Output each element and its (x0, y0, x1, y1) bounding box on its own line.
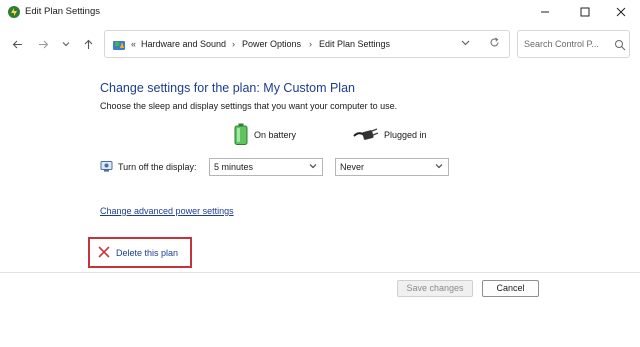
advanced-power-settings-link[interactable]: Change advanced power settings (100, 206, 234, 216)
on-battery-label: On battery (254, 130, 297, 140)
footer-divider (0, 272, 640, 273)
search-icon[interactable] (614, 39, 626, 51)
display-icon (100, 161, 113, 172)
up-button[interactable] (81, 37, 95, 51)
breadcrumb-separator: › (232, 39, 235, 49)
breadcrumb-hardware-and-sound[interactable]: Hardware and Sound (141, 39, 226, 49)
arrow-right-icon (38, 40, 48, 48)
battery-icon (234, 123, 248, 145)
search-input[interactable]: Search Control P... (524, 39, 599, 49)
close-icon (616, 7, 626, 17)
display-on-battery-value: 5 minutes (214, 162, 254, 172)
arrow-up-icon (84, 39, 92, 49)
forward-button[interactable] (36, 37, 50, 51)
power-plug-icon (353, 128, 378, 140)
close-button[interactable] (602, 0, 640, 24)
refresh-button[interactable] (489, 37, 500, 50)
breadcrumb-edit-plan-settings[interactable]: Edit Plan Settings (319, 39, 390, 49)
minimize-button[interactable] (526, 0, 564, 24)
search-box[interactable]: Search Control P... (517, 30, 630, 58)
advanced-power-settings-link-text[interactable]: Change advanced power settings (100, 206, 234, 216)
chevron-down-icon (309, 162, 317, 172)
display-on-battery-select[interactable]: 5 minutes (209, 158, 323, 176)
chevron-down-icon (461, 40, 470, 46)
arrow-left-icon (12, 40, 22, 48)
cancel-button[interactable]: Cancel (482, 280, 539, 297)
column-on-battery: On battery (234, 123, 297, 145)
minimize-icon (541, 11, 549, 13)
column-plugged-in: Plugged in (352, 125, 427, 145)
page-title: Change settings for the plan: My Custom … (100, 81, 355, 95)
delete-x-icon (98, 246, 110, 258)
display-plugged-in-select[interactable]: Never (335, 158, 449, 176)
chevron-down-icon (435, 162, 443, 172)
breadcrumb-power-options[interactable]: Power Options (242, 39, 301, 49)
display-plugged-in-value: Never (340, 162, 365, 172)
window-title: Edit Plan Settings (25, 6, 100, 17)
refresh-icon (490, 37, 499, 47)
address-bar[interactable]: « Hardware and Sound › Power Options › E… (104, 30, 510, 58)
maximize-button[interactable] (566, 0, 604, 24)
delete-plan-link[interactable]: Delete this plan (116, 248, 178, 258)
breadcrumb-separator: › (309, 39, 312, 49)
back-button[interactable] (10, 37, 24, 51)
turn-off-display-label: Turn off the display: (118, 162, 197, 172)
address-overflow[interactable]: « (131, 39, 136, 49)
power-plan-icon (8, 6, 20, 18)
address-dropdown-button[interactable] (461, 38, 470, 49)
control-panel-icon (113, 41, 125, 50)
recent-locations-button[interactable] (59, 37, 73, 51)
plugged-in-label: Plugged in (384, 130, 427, 140)
maximize-icon (580, 7, 590, 17)
save-changes-button[interactable]: Save changes (397, 280, 473, 297)
title-bar: Edit Plan Settings (0, 0, 640, 26)
page-description: Choose the sleep and display settings th… (100, 101, 398, 111)
chevron-down-icon (62, 42, 70, 47)
